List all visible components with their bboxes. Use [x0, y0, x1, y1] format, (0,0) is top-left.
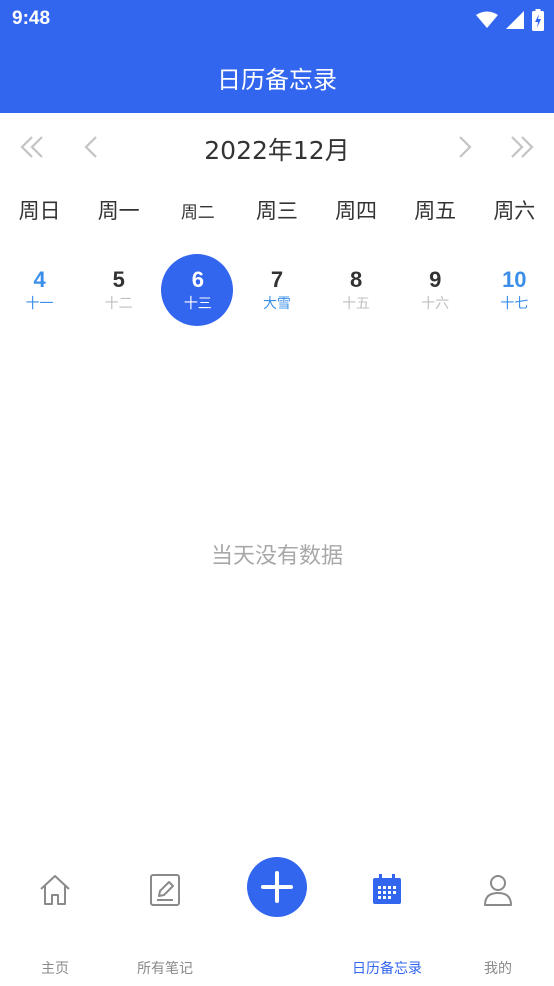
day-cell[interactable]: 8 十五 — [317, 252, 396, 328]
chevron-left-icon — [84, 136, 97, 158]
tab-label: 我的 — [484, 961, 512, 977]
prev-year-button[interactable] — [14, 129, 50, 165]
day-cell-selected[interactable]: 6 十三 — [158, 252, 237, 328]
lunar-date: 十六 — [421, 296, 450, 312]
day-cell[interactable]: 4 十一 — [0, 252, 79, 328]
tab-label: 日历备忘录 — [352, 961, 422, 977]
lunar-date: 十三 — [183, 296, 212, 312]
add-note-button[interactable] — [247, 857, 307, 917]
week-days-row: 4 十一 5 十二 6 十三 7 大雪 8 十五 9 十六 10 十七 — [0, 252, 554, 328]
day-number: 9 — [429, 267, 442, 292]
battery-icon — [532, 9, 544, 31]
home-icon — [35, 870, 75, 910]
signal-icon — [506, 11, 524, 29]
tab-all-notes[interactable]: 所有笔记 — [110, 870, 220, 977]
next-month-button[interactable] — [448, 129, 484, 165]
tab-calendar-memo[interactable]: 日历备忘录 — [332, 870, 442, 977]
day-number: 6 — [191, 267, 204, 292]
solar-term: 大雪 — [262, 296, 291, 312]
next-year-button[interactable] — [504, 129, 540, 165]
weekday-fri: 周五 — [414, 199, 457, 223]
day-number: 10 — [502, 267, 527, 292]
weekday-header: 周日 周一 周二 周三 周四 周五 周六 — [0, 195, 554, 235]
lunar-date: 十一 — [25, 296, 54, 312]
weekday-thu: 周四 — [335, 199, 378, 223]
weekday-sun: 周日 — [18, 199, 61, 223]
weekday-sat: 周六 — [493, 199, 536, 223]
app-header: 日历备忘录 — [0, 40, 554, 113]
prev-month-button[interactable] — [72, 129, 108, 165]
empty-state-text: 当天没有数据 — [210, 544, 343, 569]
day-number: 5 — [112, 267, 125, 292]
status-icons — [476, 9, 544, 31]
day-number: 7 — [270, 267, 284, 292]
calendar-icon — [367, 870, 407, 910]
day-number: 4 — [33, 267, 46, 292]
lunar-date: 十二 — [104, 296, 133, 312]
day-cell[interactable]: 10 十七 — [475, 252, 554, 328]
weekday-mon: 周一 — [97, 199, 140, 223]
chevron-right-icon — [459, 136, 472, 158]
wifi-icon — [476, 11, 498, 28]
tab-mine[interactable]: 我的 — [443, 870, 553, 977]
tab-label: 主页 — [41, 961, 69, 977]
day-cell[interactable]: 5 十二 — [79, 252, 158, 328]
double-chevron-right-icon — [511, 136, 534, 158]
double-chevron-left-icon — [20, 136, 43, 158]
lunar-date: 十五 — [342, 296, 371, 312]
month-navigation: 2022年12月 — [0, 113, 554, 183]
day-number: 8 — [349, 267, 363, 292]
weekday-wed: 周三 — [255, 199, 298, 223]
page-title: 日历备忘录 — [217, 66, 337, 94]
day-cell[interactable]: 7 大雪 — [237, 252, 316, 328]
user-icon — [478, 870, 518, 910]
status-bar: 9:48 — [0, 0, 554, 40]
weekday-tue: 周二 — [180, 203, 215, 223]
tab-label: 所有笔记 — [137, 961, 193, 977]
plus-icon — [261, 871, 293, 903]
tab-home[interactable]: 主页 — [0, 870, 110, 977]
day-cell[interactable]: 9 十六 — [396, 252, 475, 328]
edit-note-icon — [145, 870, 185, 910]
lunar-date: 十七 — [500, 296, 529, 312]
status-time: 9:48 — [12, 8, 51, 29]
